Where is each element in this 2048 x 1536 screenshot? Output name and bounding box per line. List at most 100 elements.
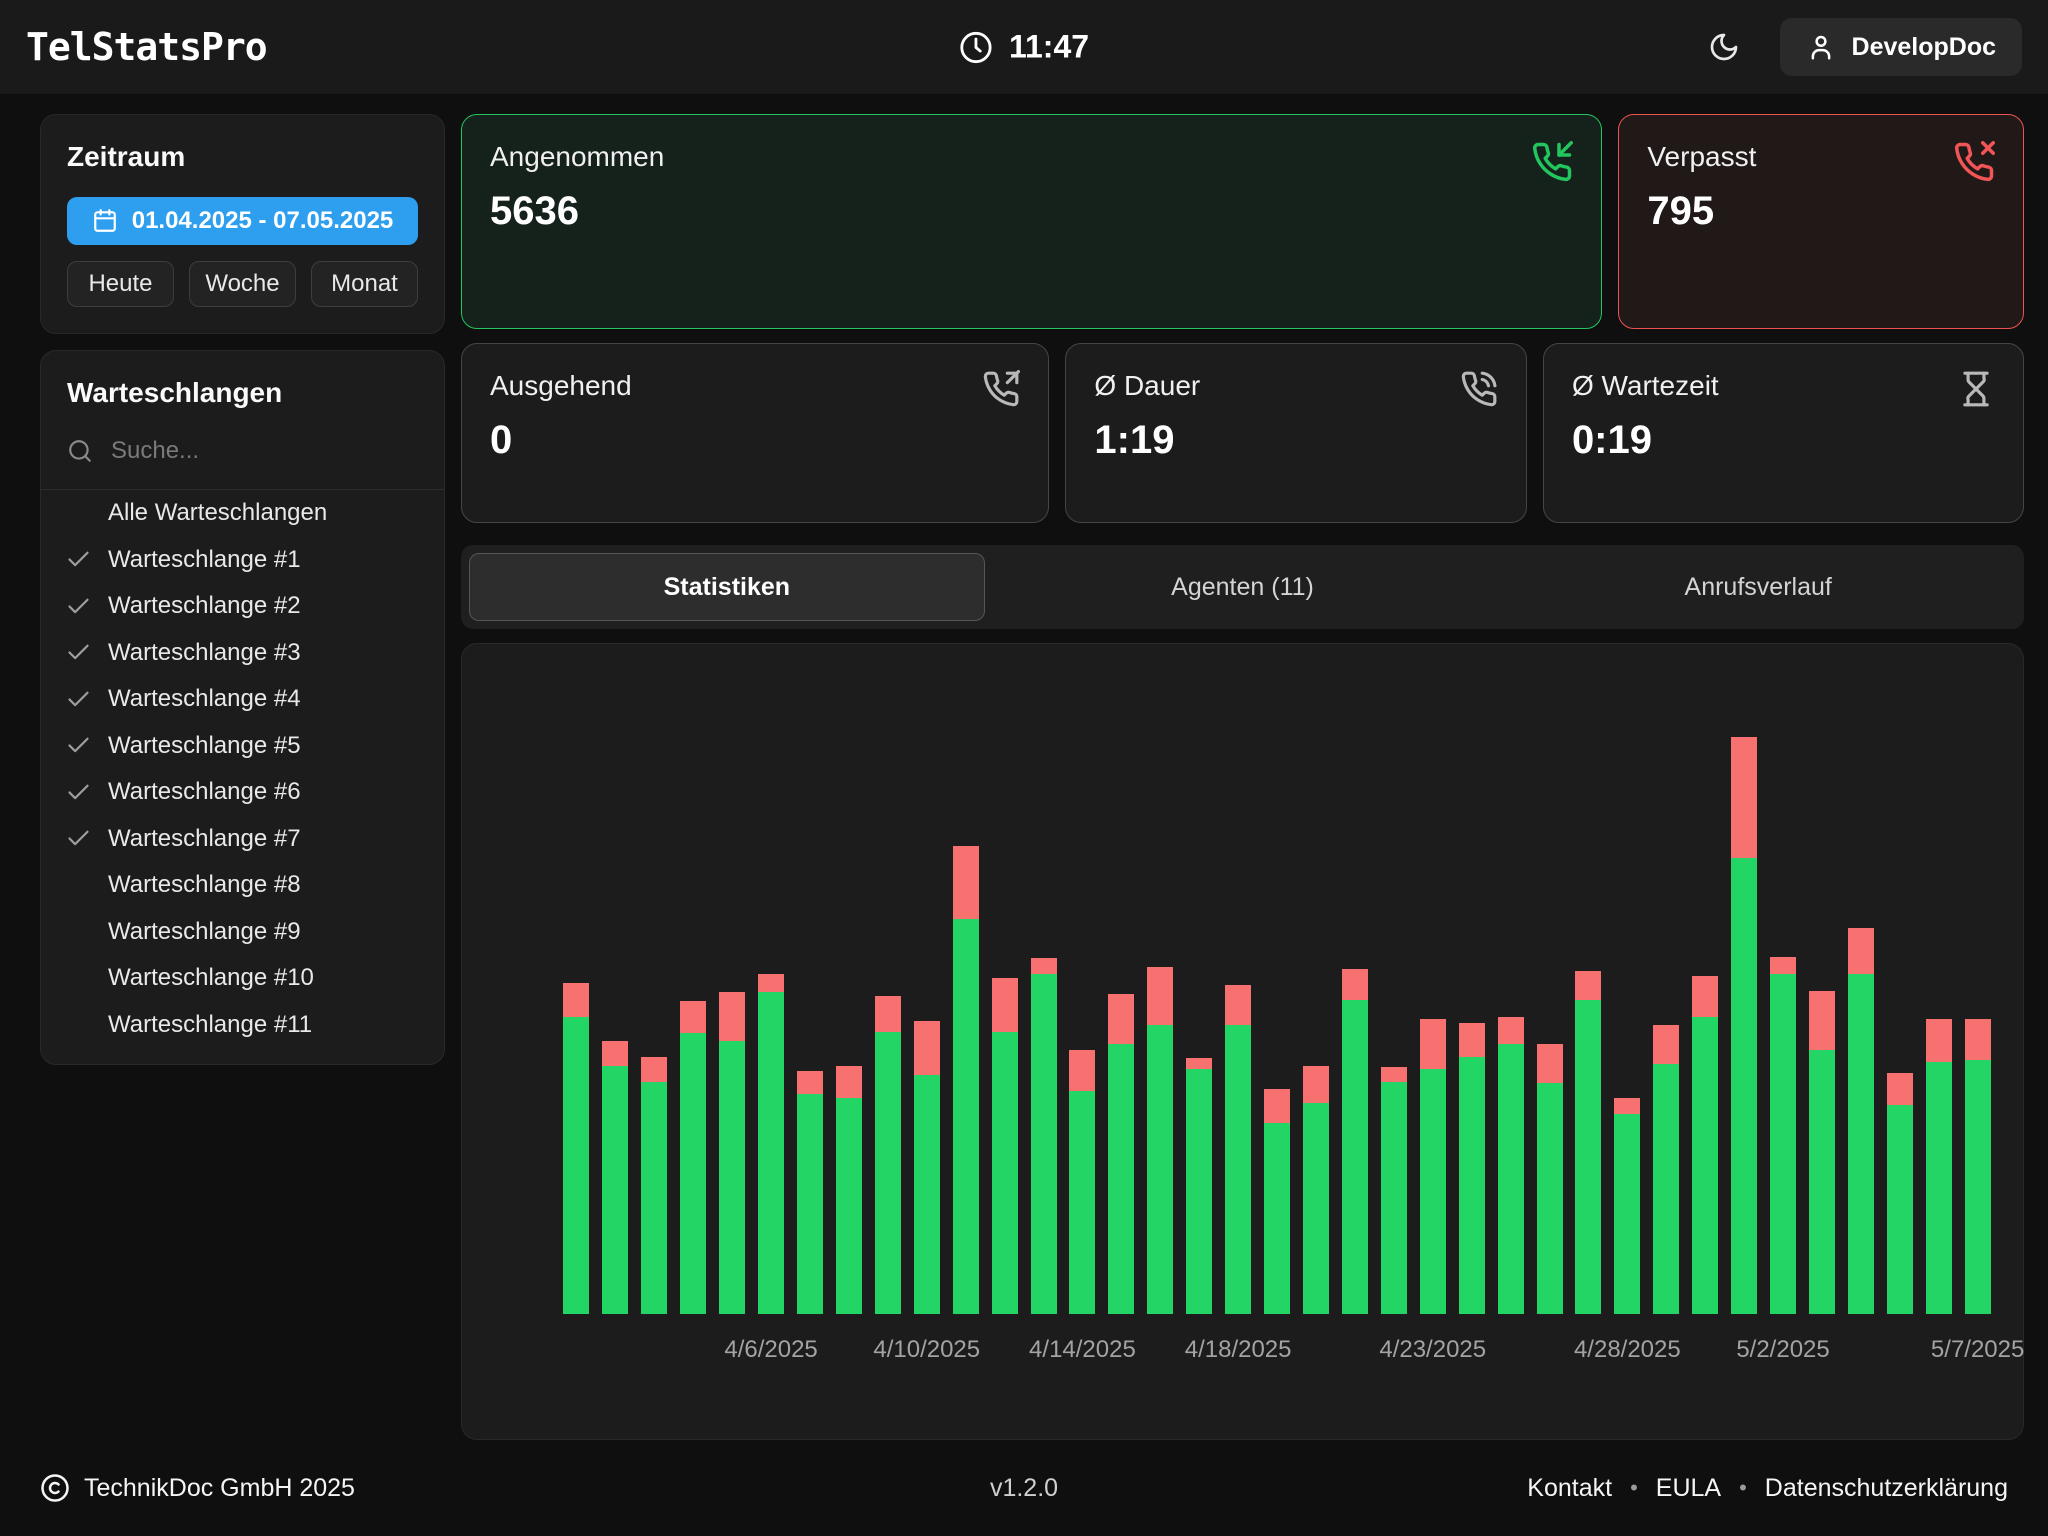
answered-segment (1420, 1069, 1446, 1314)
calls-chart-card: 4/6/20254/10/20254/14/20254/18/20254/23/… (461, 643, 2024, 1440)
clock-icon (959, 30, 993, 64)
check-icon (65, 593, 108, 620)
queue-item-label: Warteschlange #8 (108, 871, 301, 899)
tab-statistiken[interactable]: Statistiken (469, 553, 985, 621)
moon-icon (1708, 31, 1740, 63)
answered-segment (719, 1041, 745, 1314)
stacked-bar (914, 1021, 940, 1314)
x-axis-tick-label: 4/23/2025 (1379, 1336, 1486, 1364)
stacked-bar (758, 974, 784, 1314)
date-range-button[interactable]: 01.04.2025 - 07.05.2025 (67, 197, 418, 245)
stacked-bar (1809, 991, 1835, 1314)
stat-card-ausgehend: Ausgehend 0 (461, 343, 1049, 523)
missed-segment (1770, 957, 1796, 975)
answered-segment (1575, 1000, 1601, 1315)
stacked-bar (992, 978, 1018, 1314)
answered-segment (1342, 1000, 1368, 1315)
theme-toggle-button[interactable] (1702, 25, 1746, 69)
queue-list-item[interactable]: Warteschlange #6 (41, 769, 444, 816)
phone-call-icon (1460, 370, 1498, 408)
queue-list: Alle Warteschlangen Warteschlange #1 Warte… (41, 490, 444, 1048)
missed-segment (992, 978, 1018, 1032)
copyright-text: TechnikDoc GmbH 2025 (84, 1474, 355, 1503)
bar-cell (1919, 1019, 1958, 1314)
missed-segment (1575, 971, 1601, 1000)
stacked-bar (1303, 1066, 1329, 1314)
stacked-bar (1770, 957, 1796, 1314)
current-time: 11:47 (1009, 29, 1089, 66)
answered-segment (836, 1098, 862, 1314)
answered-segment (1537, 1083, 1563, 1314)
queue-item-label: Warteschlange #6 (108, 778, 301, 806)
x-axis-tick-label: 4/14/2025 (1029, 1336, 1136, 1364)
zeitraum-title: Zeitraum (67, 141, 418, 173)
queue-list-item[interactable]: Warteschlange #4 (41, 676, 444, 723)
missed-segment (1069, 1050, 1095, 1091)
queue-list-item[interactable]: Warteschlange #2 (41, 583, 444, 630)
answered-segment (563, 1017, 589, 1314)
bar-cell (1180, 1058, 1219, 1314)
queue-list-item[interactable]: Warteschlange #11 (41, 1002, 444, 1049)
queues-title: Warteschlangen (41, 377, 444, 409)
queues-card: Warteschlangen Alle Warteschlangen Wartes… (40, 350, 445, 1065)
missed-segment (719, 992, 745, 1040)
quick-range-heute-button[interactable]: Heute (67, 261, 174, 307)
x-axis-tick-label: 5/7/2025 (1931, 1336, 2024, 1364)
queue-list-item[interactable]: Warteschlange #7 (41, 816, 444, 863)
bar-cell (791, 1071, 830, 1314)
missed-segment (797, 1071, 823, 1094)
stat-label: Verpasst (1647, 141, 1995, 173)
answered-segment (1809, 1050, 1835, 1314)
queue-search-input[interactable] (111, 437, 421, 465)
missed-segment (875, 996, 901, 1032)
stacked-bar (1225, 985, 1251, 1314)
bar-cell (1725, 737, 1764, 1314)
queue-list-item[interactable]: Warteschlange #8 (41, 862, 444, 909)
bar-cell: 5/2/2025 (1764, 957, 1803, 1314)
answered-segment (1887, 1105, 1913, 1314)
queue-list-item[interactable]: Alle Warteschlangen (41, 490, 444, 537)
bar-cell (635, 1057, 674, 1314)
bar-cell (1374, 1067, 1413, 1314)
stacked-bar (1147, 967, 1173, 1314)
user-menu-button[interactable]: DevelopDoc (1780, 18, 2022, 76)
missed-segment (1614, 1098, 1640, 1114)
stacked-bar (1965, 1019, 1991, 1314)
stacked-bar (1031, 958, 1057, 1314)
queue-list-item[interactable]: Warteschlange #1 (41, 537, 444, 584)
answered-segment (1653, 1064, 1679, 1314)
tab-agenten[interactable]: Agenten (11) (985, 553, 1501, 621)
footer-link-kontakt[interactable]: Kontakt (1527, 1474, 1612, 1503)
queue-item-label: Warteschlange #3 (108, 639, 301, 667)
tab-anrufsverlauf[interactable]: Anrufsverlauf (1500, 553, 2016, 621)
queue-list-item[interactable]: Warteschlange #9 (41, 909, 444, 956)
queue-list-item[interactable]: Warteschlange #3 (41, 630, 444, 677)
stacked-bar (1342, 969, 1368, 1314)
stacked-bar (1887, 1073, 1913, 1314)
missed-segment (1731, 737, 1757, 859)
check-icon (65, 732, 108, 759)
missed-segment (641, 1057, 667, 1082)
app-logo: TelStatsPro (26, 25, 267, 69)
quick-range-monat-button[interactable]: Monat (311, 261, 418, 307)
phone-outgoing-icon (982, 370, 1020, 408)
phone-missed-icon (1953, 141, 1995, 183)
answered-segment (1381, 1082, 1407, 1314)
bar-cell: 4/18/2025 (1219, 985, 1258, 1314)
user-name: DevelopDoc (1852, 33, 1996, 62)
quick-range-woche-button[interactable]: Woche (189, 261, 296, 307)
footer-link-datenschutz[interactable]: Datenschutzerklärung (1765, 1474, 2008, 1503)
bar-cell: 4/28/2025 (1608, 1098, 1647, 1314)
stat-card-wartezeit: Ø Wartezeit 0:19 (1543, 343, 2024, 523)
missed-segment (1459, 1023, 1485, 1057)
missed-segment (836, 1066, 862, 1098)
missed-segment (1965, 1019, 1991, 1060)
missed-segment (1848, 928, 1874, 974)
stacked-bar (1614, 1098, 1640, 1314)
queue-list-item[interactable]: Warteschlange #5 (41, 723, 444, 770)
dot-separator: • (1630, 1475, 1638, 1501)
missed-segment (758, 974, 784, 992)
footer-link-eula[interactable]: EULA (1656, 1474, 1721, 1503)
queue-list-item[interactable]: Warteschlange #10 (41, 955, 444, 1002)
queue-item-label: Warteschlange #1 (108, 546, 301, 574)
